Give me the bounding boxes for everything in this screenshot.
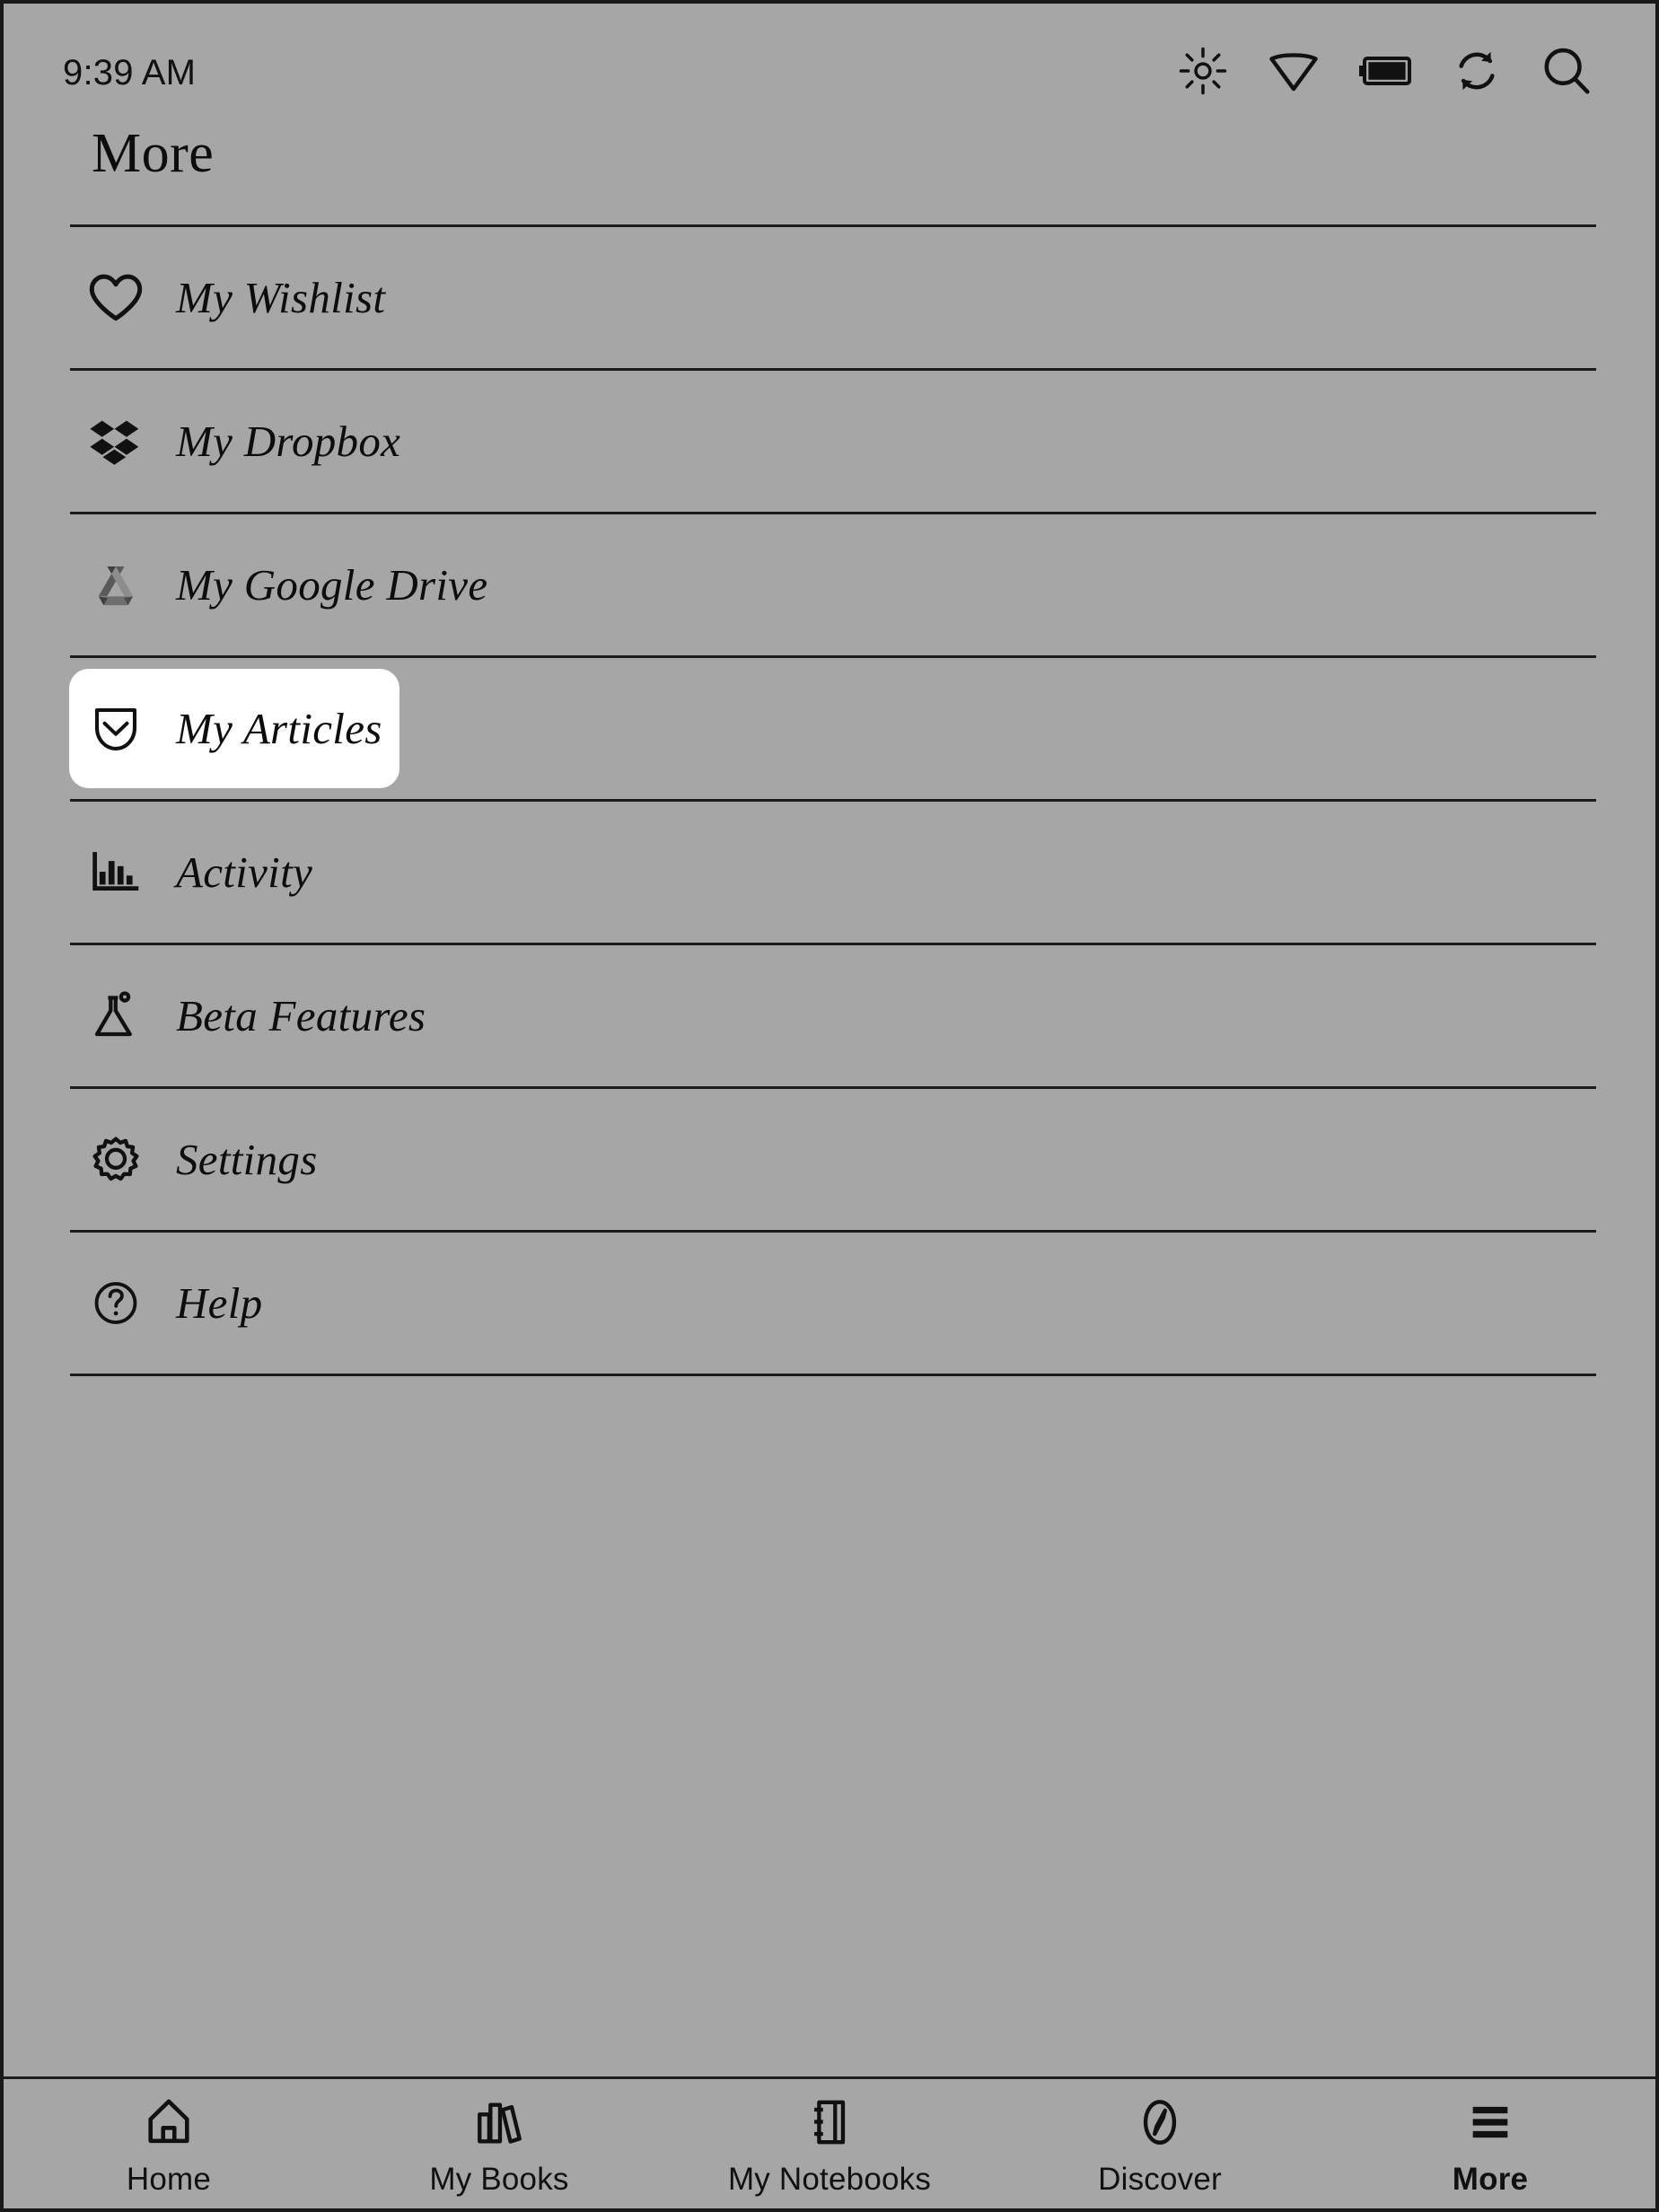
nav-tab-label: Home [126,2161,212,2197]
menu-item-help[interactable]: Help [70,1233,1596,1374]
nav-tab-label: My Notebooks [727,2161,932,2197]
menu-item-label: My Dropbox [176,417,401,466]
status-bar-icons [1178,32,1611,101]
brightness-icon[interactable] [1178,46,1228,101]
nav-tab-discover[interactable]: Discover [1025,2091,1295,2198]
menu-item-label: Beta Features [176,991,426,1040]
flask-icon [70,990,176,1042]
nav-tab-home[interactable]: Home [34,2091,303,2198]
nav-tab-label: Discover [1098,2161,1222,2197]
dropbox-icon [70,416,176,468]
menu-item-label: My Google Drive [176,560,488,610]
wifi-icon[interactable] [1268,48,1320,99]
hamburger-icon [1464,2096,1516,2153]
menu-item-my-articles[interactable]: My Articles [69,658,1596,799]
nav-tab-my-notebooks[interactable]: My Notebooks [695,2091,964,2198]
status-bar: 9:39 AM [4,4,1655,129]
nav-tab-label: More [1452,2161,1529,2197]
pocket-icon [70,703,176,755]
battery-icon[interactable] [1359,56,1413,91]
bottom-navigation-bar: Home My Books My Notebooks Discover More [4,2076,1655,2208]
gear-icon [70,1134,176,1186]
e-reader-screen: 9:39 AM More My Wishlist My Dropbox My G… [0,0,1659,2212]
bar-chart-icon [70,847,176,899]
menu-item-my-google-drive[interactable]: My Google Drive [70,514,1596,655]
more-menu-list: My Wishlist My Dropbox My Google Drive M… [69,224,1596,1376]
home-icon [143,2096,195,2153]
menu-item-settings[interactable]: Settings [70,1089,1596,1230]
sync-icon[interactable] [1453,47,1501,100]
status-bar-clock: 9:39 AM [63,52,197,92]
search-icon[interactable] [1540,45,1593,101]
question-circle-icon [70,1277,176,1330]
books-icon [473,2096,525,2153]
page-title: More [92,123,215,184]
notebook-icon [803,2096,856,2153]
heart-icon [70,272,176,324]
compass-icon [1134,2096,1186,2153]
menu-item-label: Activity [176,847,313,897]
menu-item-label: Settings [176,1135,318,1184]
nav-tab-more[interactable]: More [1356,2091,1625,2198]
nav-tab-label: My Books [429,2161,569,2197]
menu-item-beta-features[interactable]: Beta Features [70,945,1596,1086]
list-divider [70,1374,1596,1376]
menu-item-label: My Articles [176,704,382,753]
menu-item-my-dropbox[interactable]: My Dropbox [70,371,1596,512]
menu-item-label: Help [176,1278,263,1328]
menu-item-my-wishlist[interactable]: My Wishlist [70,227,1596,368]
menu-item-activity[interactable]: Activity [70,802,1596,943]
menu-item-label: My Wishlist [176,273,386,322]
google-drive-icon [70,559,176,611]
nav-tab-my-books[interactable]: My Books [364,2091,634,2198]
